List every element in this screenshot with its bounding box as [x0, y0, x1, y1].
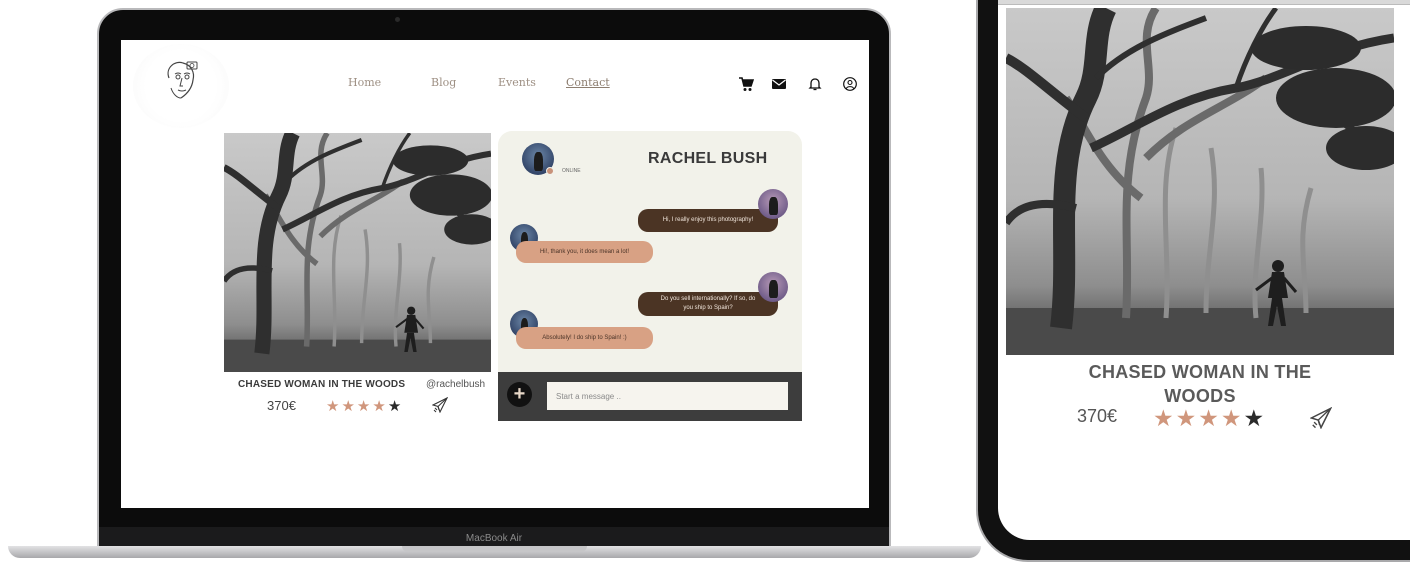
- star-icon[interactable]: ★: [388, 397, 401, 415]
- nav-home-link[interactable]: Home: [348, 76, 381, 89]
- star-icon[interactable]: ★: [1244, 405, 1265, 432]
- user-avatar: [758, 272, 788, 302]
- share-plane-icon[interactable]: [432, 397, 448, 413]
- forest-photo-image: [224, 133, 491, 372]
- product-title: CHASED WOMAN IN THE WOODS: [238, 379, 406, 390]
- star-icon[interactable]: ★: [357, 397, 370, 415]
- product-price: 370€: [267, 398, 296, 413]
- online-status: ONLINE: [562, 168, 581, 174]
- message-bubble-outgoing: Do you sell internationally? If so, do y…: [638, 292, 778, 316]
- nav-contact-link[interactable]: Contact: [566, 76, 610, 89]
- mail-icon[interactable]: [771, 76, 787, 92]
- message-bubble-incoming: Absolutely! I do ship to Spain! :): [516, 327, 653, 349]
- star-icon[interactable]: ★: [326, 397, 339, 415]
- online-status-dot: [546, 167, 554, 175]
- star-icon[interactable]: ★: [1198, 405, 1219, 432]
- user-icon[interactable]: [842, 76, 858, 92]
- nav-blog-link[interactable]: Blog: [431, 76, 456, 89]
- phone-screen: CHASED WOMAN IN THE WOODS 370€ ★ ★ ★ ★ ★: [998, 0, 1410, 540]
- site-logo[interactable]: [133, 44, 229, 128]
- camera-icon: [395, 17, 400, 22]
- laptop-screen: Home Blog Events Contact CHASED WOMAN IN…: [121, 40, 869, 508]
- mockup-stage: Home Blog Events Contact CHASED WOMAN IN…: [0, 0, 1410, 562]
- laptop-notch: [402, 546, 587, 552]
- message-bubble-outgoing: Hi, I really enjoy this photography!: [638, 209, 778, 232]
- phone-product-title: CHASED WOMAN IN THE WOODS: [1088, 362, 1312, 406]
- artist-handle[interactable]: @rachelbush: [426, 379, 485, 390]
- face-logo-icon: [167, 61, 198, 99]
- star-icon[interactable]: ★: [1221, 405, 1242, 432]
- nav-events-link[interactable]: Events: [498, 76, 536, 89]
- phone-product-photo[interactable]: [1006, 8, 1394, 355]
- rating-stars[interactable]: ★ ★ ★ ★ ★: [326, 397, 401, 415]
- chat-panel: ONLINE RACHEL BUSH Hi, I really enjoy th…: [498, 131, 802, 421]
- star-icon[interactable]: ★: [1176, 405, 1197, 432]
- forest-photo-image: [1006, 8, 1394, 355]
- phone-top-bar: [998, 0, 1410, 5]
- message-input[interactable]: [547, 382, 788, 410]
- star-icon[interactable]: ★: [372, 397, 385, 415]
- phone-product-price: 370€: [1077, 406, 1118, 426]
- star-icon[interactable]: ★: [341, 397, 354, 415]
- phone-share-plane-icon[interactable]: [1310, 407, 1332, 429]
- user-avatar: [758, 189, 788, 219]
- message-bubble-incoming: Hi!, thank you, it does mean a lot!: [516, 241, 653, 263]
- bell-icon[interactable]: [807, 76, 823, 92]
- attach-plus-button[interactable]: +: [507, 382, 532, 407]
- laptop-brand-label: MacBook Air: [465, 533, 523, 544]
- cart-icon[interactable]: [738, 76, 754, 92]
- phone-rating-stars[interactable]: ★ ★ ★ ★ ★: [1153, 405, 1264, 432]
- message-composer: +: [498, 372, 802, 421]
- contact-name: RACHEL BUSH: [648, 150, 768, 167]
- product-photo[interactable]: [224, 133, 491, 372]
- star-icon[interactable]: ★: [1153, 405, 1174, 432]
